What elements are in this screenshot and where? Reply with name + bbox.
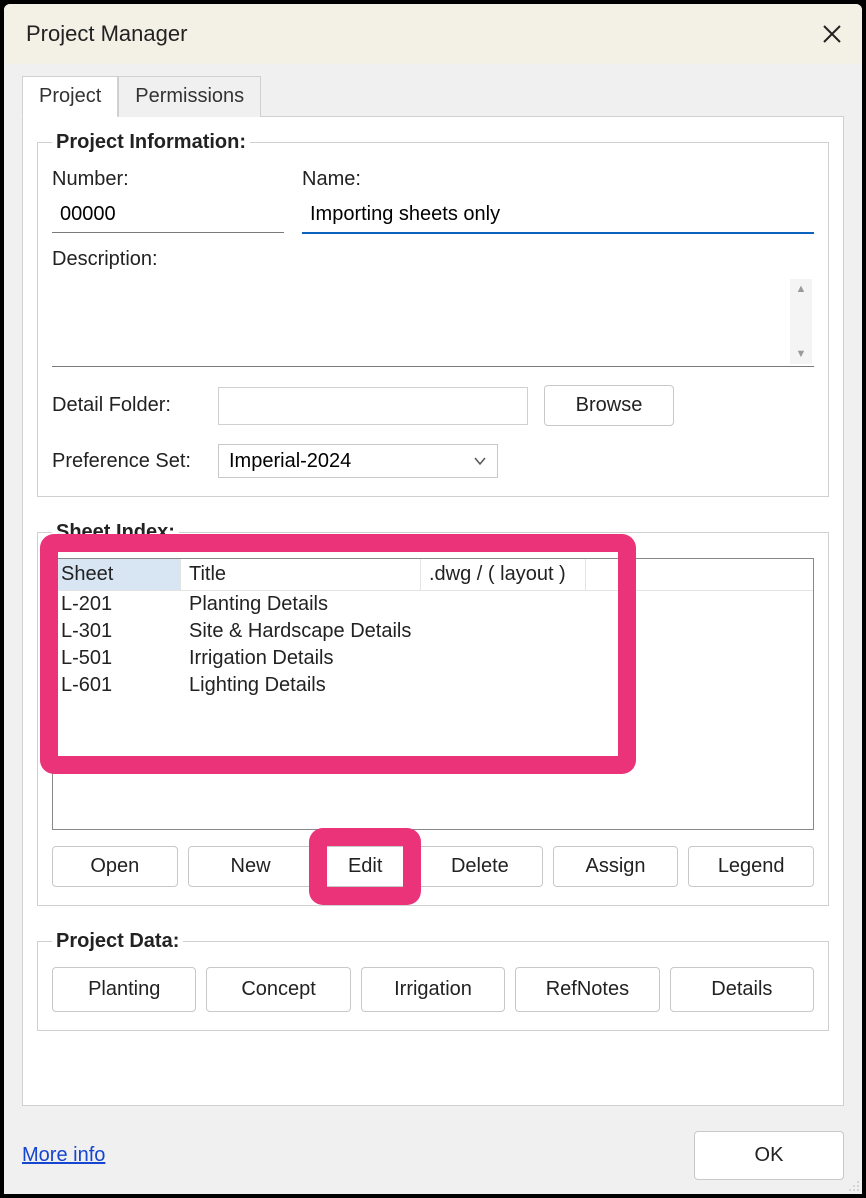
table-row[interactable]: L-601 Lighting Details	[53, 672, 813, 699]
header-dwg[interactable]: .dwg / ( layout )	[421, 559, 586, 590]
table-row[interactable]: L-501 Irrigation Details	[53, 645, 813, 672]
sheet-index-legend: Sheet Index:	[52, 521, 179, 544]
detail-folder-field[interactable]	[218, 387, 528, 425]
description-field[interactable]: ▲▼	[52, 277, 814, 367]
planting-button[interactable]: Planting	[52, 967, 196, 1012]
resize-grip-icon[interactable]	[846, 1178, 860, 1192]
description-scrollbar[interactable]: ▲▼	[790, 279, 812, 364]
dialog-footer: More info OK	[22, 1131, 844, 1180]
browse-button[interactable]: Browse	[544, 385, 674, 426]
table-row[interactable]: L-301 Site & Hardscape Details	[53, 618, 813, 645]
cell-sheet: L-601	[53, 672, 181, 699]
open-button[interactable]: Open	[52, 846, 178, 887]
concept-button[interactable]: Concept	[206, 967, 350, 1012]
project-data-group: Project Data: Planting Concept Irrigatio…	[37, 930, 829, 1031]
number-field[interactable]	[52, 197, 284, 233]
project-manager-window: Project Manager Project Permissions Proj…	[4, 4, 862, 1194]
tab-strip: Project Permissions	[22, 76, 844, 117]
delete-button[interactable]: Delete	[417, 846, 543, 887]
table-row[interactable]: L-201 Planting Details	[53, 591, 813, 618]
detail-folder-label: Detail Folder:	[52, 394, 202, 417]
cell-title: Irrigation Details	[181, 645, 561, 672]
header-title[interactable]: Title	[181, 559, 421, 590]
sheet-table-header: Sheet Title .dwg / ( layout )	[53, 559, 813, 591]
chevron-down-icon	[473, 454, 487, 468]
sheet-index-group: Sheet Index: Sheet Title .dwg / ( layout…	[37, 521, 829, 906]
project-information-group: Project Information: Number: Name: Descr…	[37, 131, 829, 497]
project-information-legend: Project Information:	[52, 131, 250, 154]
details-button[interactable]: Details	[670, 967, 814, 1012]
tab-permissions[interactable]: Permissions	[118, 76, 261, 117]
cell-title: Planting Details	[181, 591, 561, 618]
preference-set-select[interactable]: Imperial-2024	[218, 444, 498, 478]
cell-sheet: L-201	[53, 591, 181, 618]
legend-button[interactable]: Legend	[688, 846, 814, 887]
description-label: Description:	[52, 248, 814, 271]
new-button[interactable]: New	[188, 846, 314, 887]
ok-button[interactable]: OK	[694, 1131, 844, 1180]
cell-sheet: L-301	[53, 618, 181, 645]
tab-project[interactable]: Project	[22, 76, 118, 117]
project-data-actions: Planting Concept Irrigation RefNotes Det…	[52, 967, 814, 1012]
sheet-index-actions: Open New Edit Delete Assign Legend	[52, 846, 814, 887]
dialog-body: Project Permissions Project Information:…	[4, 64, 862, 1194]
refnotes-button[interactable]: RefNotes	[515, 967, 659, 1012]
header-sheet[interactable]: Sheet	[53, 559, 181, 590]
number-label: Number:	[52, 168, 284, 191]
cell-title: Lighting Details	[181, 672, 561, 699]
close-icon[interactable]	[820, 22, 844, 46]
name-field[interactable]	[302, 197, 814, 234]
cell-sheet: L-501	[53, 645, 181, 672]
preference-set-label: Preference Set:	[52, 450, 202, 473]
edit-button[interactable]: Edit	[323, 846, 407, 887]
preference-set-value: Imperial-2024	[229, 450, 351, 473]
project-data-legend: Project Data:	[52, 930, 183, 953]
assign-button[interactable]: Assign	[553, 846, 679, 887]
name-label: Name:	[302, 168, 814, 191]
irrigation-button[interactable]: Irrigation	[361, 967, 505, 1012]
window-title: Project Manager	[26, 21, 820, 47]
cell-title: Site & Hardscape Details	[181, 618, 561, 645]
tab-panel-project: Project Information: Number: Name: Descr…	[22, 116, 844, 1106]
sheet-index-table[interactable]: Sheet Title .dwg / ( layout ) L-201 Plan…	[52, 558, 814, 830]
more-info-link[interactable]: More info	[22, 1144, 105, 1167]
titlebar: Project Manager	[4, 4, 862, 64]
